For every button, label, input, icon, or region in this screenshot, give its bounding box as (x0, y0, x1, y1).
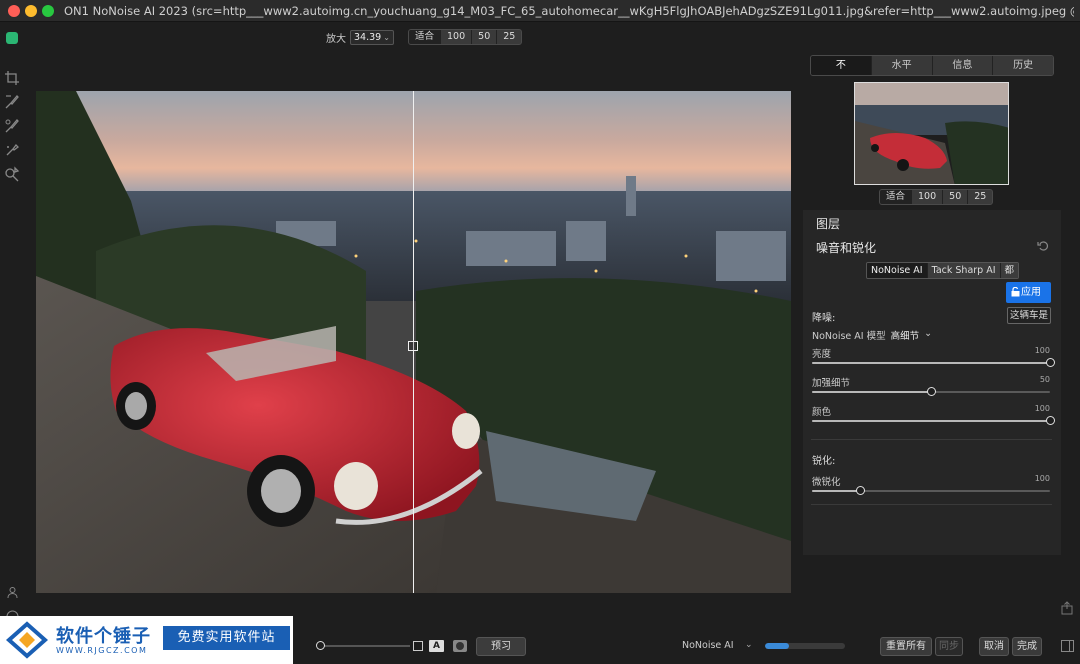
share-icon[interactable] (1061, 601, 1073, 615)
zoom-presets: 适合 100 50 25 (408, 29, 523, 45)
model-label: NoNoise AI 模型 (812, 331, 886, 342)
view-mode-a-button[interactable]: A (429, 640, 444, 652)
apply-button[interactable]: 应用 (1006, 282, 1051, 303)
person-icon[interactable] (6, 586, 19, 599)
slider-thumb[interactable] (1046, 416, 1055, 425)
left-toolbar (0, 22, 24, 664)
tab-tack-sharp-ai[interactable]: Tack Sharp AI (927, 263, 1001, 278)
watermark-url: WWW.RJGCZ.COM (56, 646, 148, 655)
slider-thumb[interactable] (1046, 358, 1055, 367)
slider-color[interactable]: 颜色 100 (812, 404, 1055, 430)
preset-select[interactable]: NoNoise AI (682, 640, 734, 651)
watermark-title: 软件个锤子 (56, 626, 151, 647)
tab-none[interactable]: 不 (811, 56, 872, 75)
zoom-window-button[interactable] (42, 5, 54, 17)
chevron-down-icon[interactable]: ⌄ (745, 640, 753, 650)
sync-button[interactable]: 同步 (935, 637, 963, 656)
slider-luminance[interactable]: 亮度 100 (812, 346, 1055, 372)
navigator-thumbnail (855, 83, 1008, 184)
slider-track[interactable] (812, 416, 1055, 425)
app-logo-icon (6, 32, 18, 44)
model-select[interactable]: NoNoise AI 模型 高细节 ⌄ (812, 328, 932, 342)
progress-bar (765, 643, 845, 649)
zoom-25-button[interactable]: 25 (497, 30, 521, 44)
mask-view-icon[interactable] (453, 640, 467, 652)
nav-zoom-fit-button[interactable]: 适合 (880, 190, 913, 204)
slider-label: 颜色 (812, 407, 832, 418)
reset-all-button[interactable]: 重置所有 (880, 637, 932, 656)
panel-toggle-icon[interactable] (1061, 640, 1074, 652)
nav-zoom-50-button[interactable]: 50 (943, 190, 969, 204)
close-window-button[interactable] (8, 5, 20, 17)
slider-thumb[interactable] (927, 387, 936, 396)
title-bar: ON1 NoNoise AI 2023 (src=http___www2.aut… (0, 0, 1080, 22)
noise-sharpen-title[interactable]: 噪音和锐化 (816, 239, 876, 256)
right-panel: 不 水平 信息 历史 适合 100 50 25 图层 噪音和锐化 NoNoise… (803, 52, 1063, 612)
slider-thumb[interactable] (316, 641, 325, 650)
slider-label: 亮度 (812, 349, 832, 360)
slider-value: 100 (1034, 346, 1050, 355)
zoom-fit-button[interactable]: 适合 (409, 30, 442, 44)
model-value: 高细节 (890, 331, 920, 342)
tab-both[interactable]: 都 (1000, 263, 1019, 278)
unlock-icon (1011, 287, 1020, 297)
chevron-down-icon: ⌄ (924, 328, 933, 339)
sharpen-label: 锐化: (812, 456, 836, 467)
nav-zoom-100-button[interactable]: 100 (912, 190, 944, 204)
zoom-value-text: 34.39 (354, 31, 382, 43)
zoom-tool-icon[interactable] (4, 166, 20, 182)
slider-value: 100 (1034, 474, 1050, 483)
mask-brush-icon[interactable] (4, 118, 20, 134)
tab-nonoise-ai[interactable]: NoNoise AI (867, 263, 928, 278)
panel-tabs: 不 水平 信息 历史 (810, 55, 1054, 76)
slider-track[interactable] (812, 486, 1050, 495)
slider-value: 50 (1039, 375, 1050, 384)
progress-fill (765, 643, 789, 649)
ai-mode-tabs: NoNoise AI Tack Sharp AI 都 (866, 262, 1020, 279)
nav-zoom-25-button[interactable]: 25 (968, 190, 992, 204)
chevron-down-icon: ⌄ (383, 32, 390, 42)
zoom-bar: 放大 34.39 ⌄ 适合 100 50 25 (326, 29, 523, 45)
apply-label: 应用 (1021, 287, 1041, 298)
divider (811, 504, 1052, 505)
slider-label: 加强细节 (812, 378, 851, 389)
reset-icon[interactable] (1037, 240, 1049, 252)
navigator-preview[interactable] (854, 82, 1009, 185)
size-slider[interactable] (316, 641, 410, 650)
slider-micro-sharpen[interactable]: 微锐化 100 (812, 474, 1052, 500)
car-button[interactable]: 这辆车是 (1007, 307, 1051, 324)
zoom-50-button[interactable]: 50 (472, 30, 498, 44)
slider-enhance-detail[interactable]: 加强细节 50 (812, 375, 1052, 401)
noise-reduction-label: 降噪: (812, 313, 836, 324)
tab-levels[interactable]: 水平 (871, 56, 933, 75)
cancel-button[interactable]: 取消 (979, 637, 1009, 656)
minimize-window-button[interactable] (25, 5, 37, 17)
tab-info[interactable]: 信息 (932, 56, 994, 75)
watermark-slogan: 免费实用软件站 (163, 626, 290, 650)
hammer-logo-icon (5, 621, 49, 659)
slider-track[interactable] (812, 358, 1055, 367)
tab-history[interactable]: 历史 (993, 56, 1053, 75)
split-handle[interactable] (408, 341, 418, 351)
zoom-100-button[interactable]: 100 (441, 30, 473, 44)
divider (811, 439, 1052, 440)
slider-thumb[interactable] (855, 486, 865, 495)
zoom-value-select[interactable]: 34.39 ⌄ (350, 29, 394, 45)
done-button[interactable]: 完成 (1012, 637, 1042, 656)
navigator-zoom-presets: 适合 100 50 25 (879, 189, 994, 205)
retouch-icon[interactable] (4, 142, 20, 158)
layers-title[interactable]: 图层 (816, 215, 840, 232)
slider-track[interactable] (812, 387, 1050, 396)
preview-button[interactable]: 预习 (476, 637, 526, 656)
zoom-label: 放大 (326, 33, 346, 45)
image-canvas[interactable] (36, 91, 791, 593)
slider-label: 微锐化 (812, 477, 841, 488)
watermark-logo: 软件个锤子 WWW.RJGCZ.COM 免费实用软件站 (0, 616, 293, 664)
slider-value: 100 (1034, 404, 1050, 413)
window-title: ON1 NoNoise AI 2023 (src=http___www2.aut… (64, 4, 1074, 18)
adjustments-panel: 图层 噪音和锐化 NoNoise AI Tack Sharp AI 都 应用 降… (803, 210, 1061, 555)
view-mode-square-icon[interactable] (413, 641, 423, 651)
crop-icon[interactable] (4, 70, 20, 86)
brush-icon[interactable] (4, 94, 20, 110)
